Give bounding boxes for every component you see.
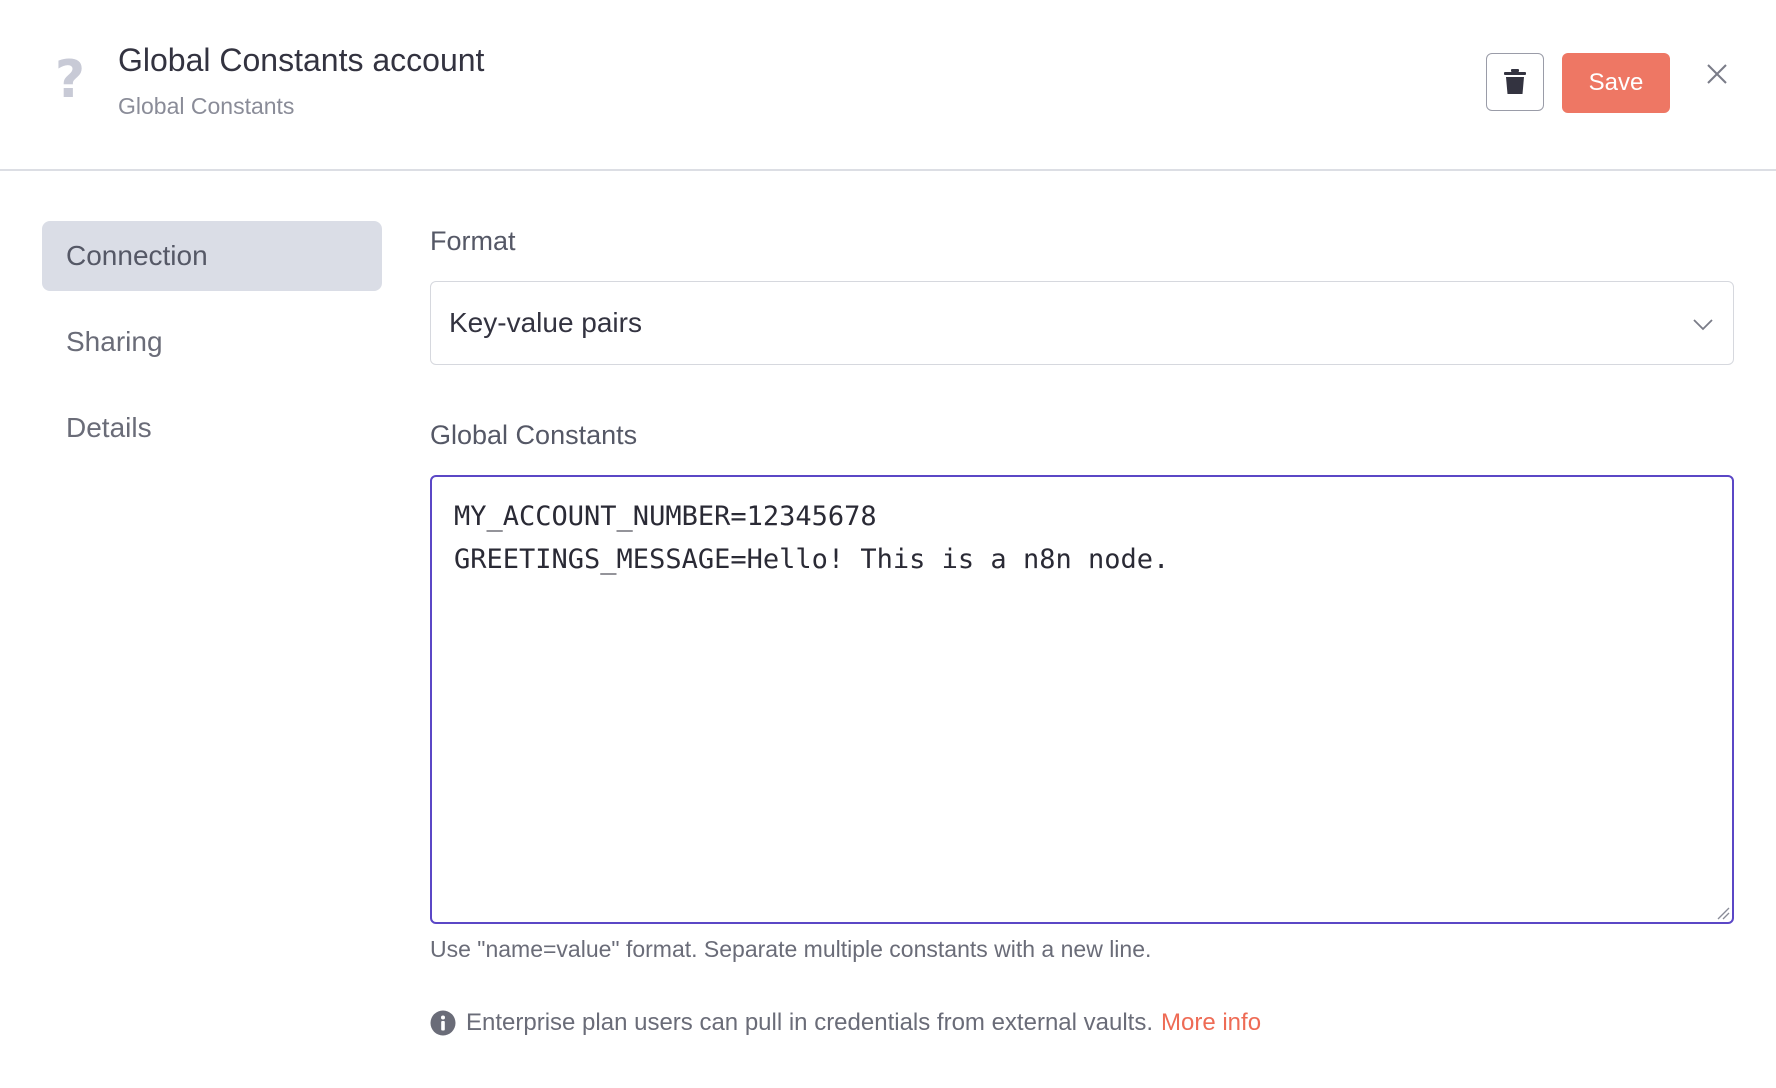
sidebar-item-label: Sharing (66, 326, 163, 357)
info-icon (430, 1010, 456, 1036)
connection-panel: Format Key-value pairs Global Constants … (430, 221, 1734, 1037)
chevron-down-icon (1693, 319, 1713, 331)
trash-icon (1504, 69, 1526, 94)
question-mark-icon: ? (54, 50, 86, 110)
credential-title[interactable]: Global Constants account (118, 42, 484, 79)
sidebar-item-sharing[interactable]: Sharing (42, 307, 382, 377)
field-hint: Use "name=value" format. Separate multip… (430, 936, 1152, 962)
enterprise-notice-text: Enterprise plan users can pull in creden… (466, 1009, 1153, 1036)
sidebar-item-details[interactable]: Details (42, 393, 382, 463)
credential-type: Global Constants (118, 93, 295, 119)
delete-button[interactable] (1486, 53, 1544, 111)
more-info-link[interactable]: More info (1161, 1009, 1261, 1037)
close-icon (1707, 64, 1727, 84)
close-button[interactable] (1702, 59, 1732, 89)
sidebar-item-label: Details (66, 412, 152, 443)
settings-sidebar: Connection Sharing Details (42, 221, 382, 479)
format-select-value: Key-value pairs (449, 307, 642, 338)
sidebar-item-connection[interactable]: Connection (42, 221, 382, 291)
global-constants-value[interactable]: MY_ACCOUNT_NUMBER=12345678 GREETINGS_MES… (454, 495, 1710, 581)
global-constants-textarea[interactable]: MY_ACCOUNT_NUMBER=12345678 GREETINGS_MES… (430, 475, 1734, 924)
global-constants-label: Global Constants (430, 420, 638, 450)
format-select[interactable]: Key-value pairs (430, 281, 1734, 365)
save-button[interactable]: Save (1562, 53, 1670, 113)
resize-handle-icon[interactable] (1714, 904, 1730, 920)
sidebar-item-label: Connection (66, 240, 208, 271)
modal-header: ? Global Constants account Global Consta… (0, 0, 1776, 171)
enterprise-notice: Enterprise plan users can pull in creden… (430, 1009, 1734, 1037)
format-label: Format (430, 226, 516, 256)
